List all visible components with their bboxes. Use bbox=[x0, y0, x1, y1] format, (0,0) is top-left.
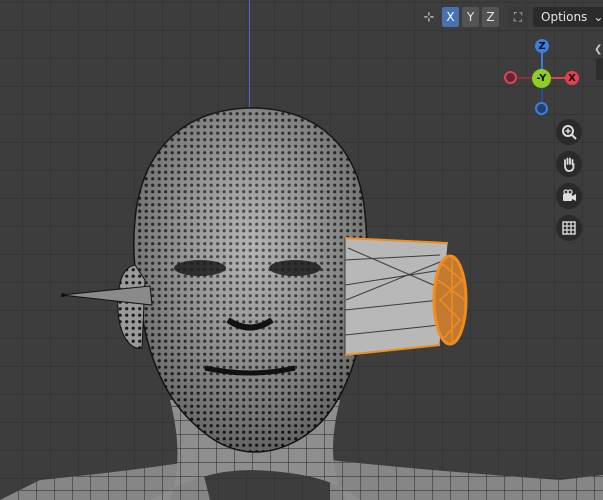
hand-pan-icon[interactable] bbox=[556, 151, 582, 177]
mirror-y-button[interactable]: Y bbox=[462, 7, 479, 27]
navigation-gizmo[interactable]: Z -Y X bbox=[498, 36, 588, 120]
gizmo-neg-z-axis[interactable] bbox=[535, 102, 548, 115]
grid-icon[interactable] bbox=[556, 215, 582, 241]
snap-icon[interactable]: ⛶ bbox=[508, 7, 528, 27]
zoom-icon[interactable] bbox=[556, 119, 582, 145]
mirror-x-button[interactable]: X bbox=[442, 7, 459, 27]
chevron-left-icon[interactable]: ❮ bbox=[594, 44, 602, 55]
options-dropdown[interactable]: Options ⌄ bbox=[533, 7, 603, 27]
navigation-tools bbox=[556, 119, 582, 241]
mirror-z-button[interactable]: Z bbox=[482, 7, 499, 27]
sidebar-tab[interactable] bbox=[596, 58, 603, 80]
gizmo-neg-y-axis[interactable]: -Y bbox=[532, 69, 551, 88]
options-label: Options bbox=[541, 10, 588, 24]
3d-viewport[interactable]: ⊹ X Y Z ⛶ Options ⌄ ❮ Z -Y X bbox=[0, 0, 603, 500]
camera-icon[interactable] bbox=[556, 183, 582, 209]
gizmo-neg-x-axis[interactable] bbox=[504, 71, 517, 84]
viewport-header: ⊹ X Y Z ⛶ Options ⌄ bbox=[419, 6, 603, 28]
selected-ear-extrusion bbox=[344, 237, 468, 356]
gizmo-x-axis[interactable]: X bbox=[565, 71, 579, 85]
mirror-toggle-icon[interactable]: ⊹ bbox=[419, 7, 439, 27]
chevron-down-icon: ⌄ bbox=[593, 10, 603, 24]
gizmo-z-axis[interactable]: Z bbox=[535, 39, 549, 53]
